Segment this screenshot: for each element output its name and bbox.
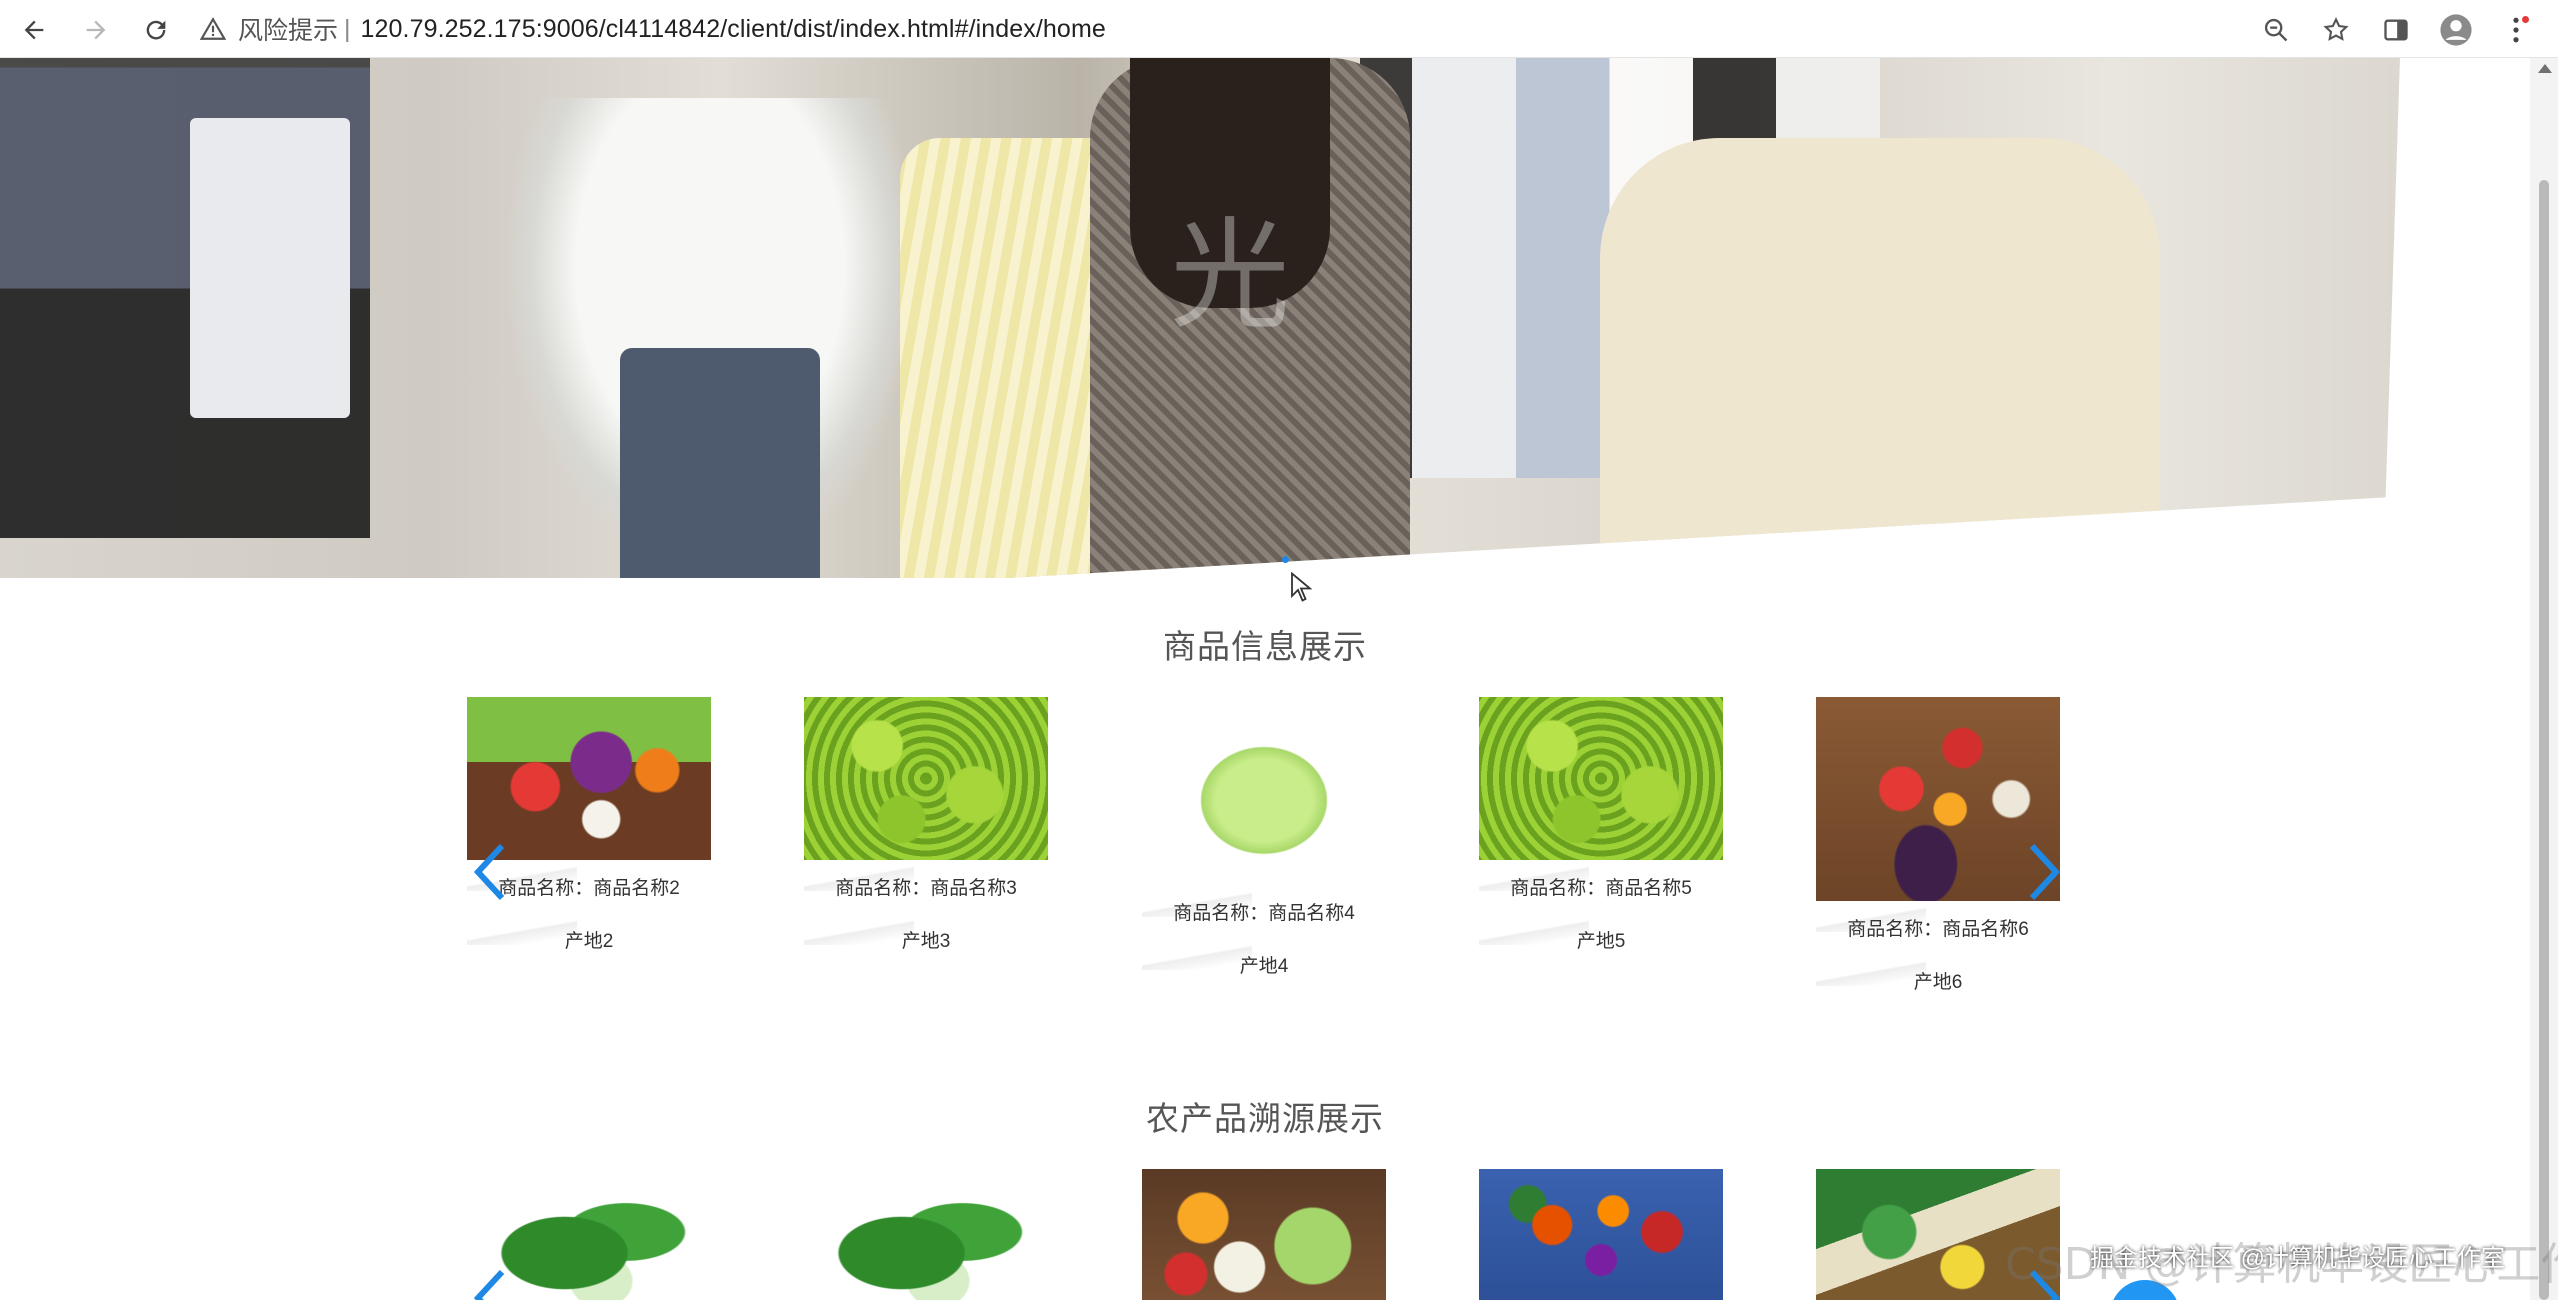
side-panel-icon[interactable]	[2374, 10, 2418, 50]
trace-image[interactable]	[1142, 1169, 1386, 1300]
bookmark-star-icon[interactable]	[2314, 10, 2358, 50]
hero-banner[interactable]: 光	[0, 58, 2530, 602]
product-origin: 产地5	[1576, 931, 1626, 952]
carousel-next-arrow-icon[interactable]	[2024, 842, 2064, 902]
carousel-indicator-dot[interactable]	[1282, 556, 1289, 563]
menu-kebab-icon[interactable]	[2494, 10, 2538, 50]
product-name: 商品名称：商品名称3	[835, 878, 1017, 899]
scroll-up-arrow-icon[interactable]	[2538, 64, 2552, 73]
back-icon[interactable]	[14, 10, 54, 50]
product-name: 商品名称：商品名称6	[1847, 919, 2029, 940]
juejin-watermark: 掘金技术社区 @计算机毕设匠心工作室	[2090, 1245, 2506, 1272]
product-name: 商品名称：商品名称4	[1173, 903, 1355, 924]
carousel-prev-arrow-icon[interactable]	[470, 842, 510, 902]
section-title-products: 商品信息展示	[1163, 628, 1367, 665]
url-text[interactable]: 120.79.252.175:9006/cl4114842/client/dis…	[361, 15, 1106, 44]
mouse-cursor-icon	[1291, 572, 1312, 602]
product-image[interactable]	[1479, 697, 1723, 860]
page-scrollbar[interactable]	[2530, 58, 2558, 1300]
banner-image: 光	[0, 58, 2400, 578]
update-badge	[2522, 16, 2529, 23]
trace-prev-arrow-icon[interactable]	[470, 1268, 510, 1300]
page-content: 光 商品信息展示 商品名称：商品名称2 产地2 商品名称：商品名称3 产地3 商…	[0, 58, 2530, 1300]
reload-icon[interactable]	[136, 10, 176, 50]
product-origin: 产地4	[1239, 956, 1289, 977]
security-label[interactable]: 风险提示	[238, 11, 338, 47]
forward-icon[interactable]	[76, 10, 116, 50]
trace-image[interactable]	[804, 1169, 1048, 1300]
product-name: 商品名称：商品名称5	[1510, 878, 1692, 899]
warning-icon[interactable]	[200, 16, 226, 42]
trace-image[interactable]	[1479, 1169, 1723, 1300]
product-origin: 产地2	[564, 931, 614, 952]
product-image[interactable]	[804, 697, 1048, 860]
banner-overlay-text: 光	[1170, 207, 1290, 346]
product-image[interactable]	[1142, 697, 1386, 885]
product-image[interactable]	[467, 697, 711, 860]
address-bar[interactable]: 风险提示 | 120.79.252.175:9006/cl4114842/cli…	[200, 8, 1900, 50]
zoom-out-icon[interactable]	[2254, 10, 2298, 50]
product-origin: 产地6	[1913, 972, 1963, 993]
browser-toolbar: 风险提示 | 120.79.252.175:9006/cl4114842/cli…	[0, 0, 2558, 58]
toolbar-actions	[2238, 10, 2538, 50]
scroll-thumb[interactable]	[2539, 180, 2549, 1300]
section-title-trace: 农产品溯源展示	[1146, 1100, 1384, 1137]
profile-icon[interactable]	[2434, 10, 2478, 50]
omnibox-separator: |	[344, 14, 351, 43]
product-origin: 产地3	[901, 931, 951, 952]
